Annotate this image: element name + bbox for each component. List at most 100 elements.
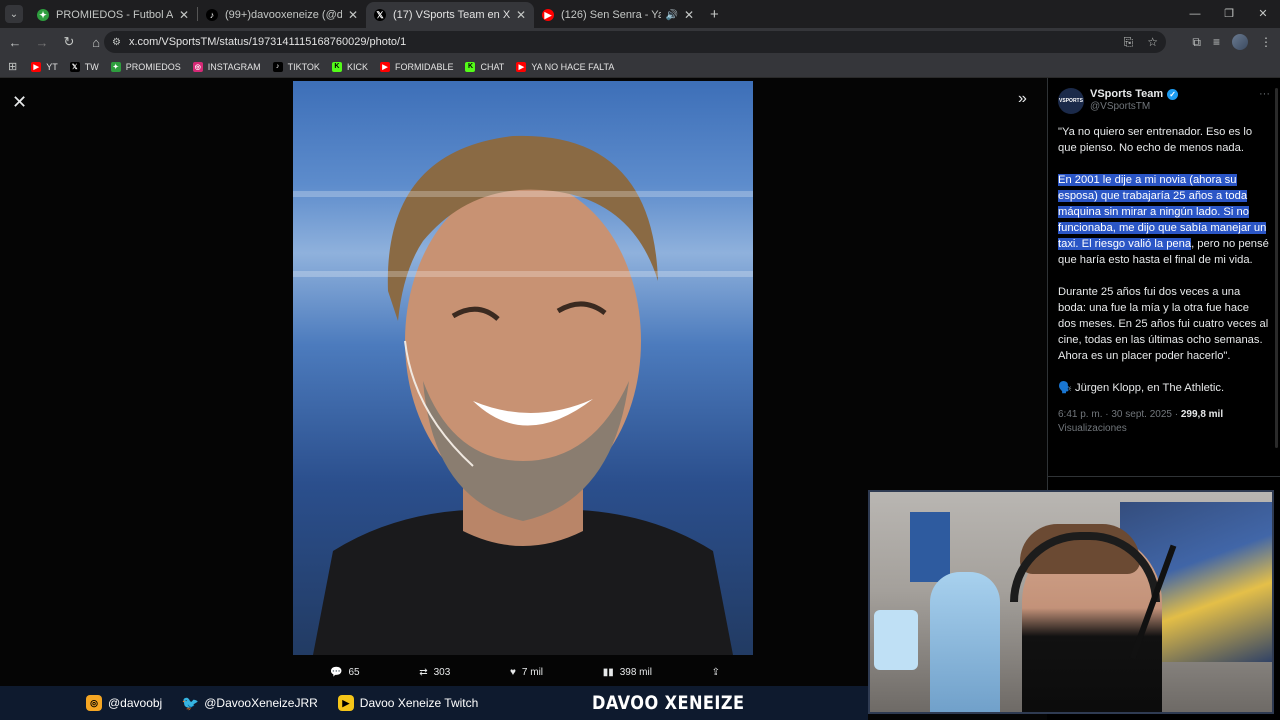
tweet-meta: 6:41 p. m. · 30 sept. 2025 · 299,8 mil V…	[1058, 408, 1270, 436]
repost-count: 303	[433, 666, 451, 678]
bookmark-instagram[interactable]: ◎ INSTAGRAM	[192, 61, 261, 72]
youtube-icon: ▶	[337, 695, 354, 711]
tab-promiedos[interactable]: ✦ PROMIEDOS - Futbol Argentino ✕	[29, 2, 197, 28]
browser-toolbar: ← → ↻ ⌂ ⚙ x.com/VSportsTM/status/1973141…	[0, 28, 1280, 56]
bookmark-label: TW	[84, 61, 99, 72]
bookmark-star-icon[interactable]: ☆	[1147, 35, 1158, 49]
divider	[1048, 476, 1280, 477]
photo-background-stripe	[293, 271, 753, 277]
scrollbar[interactable]	[1275, 88, 1278, 448]
tab-search-button[interactable]: ⌄	[5, 5, 23, 23]
views-button[interactable]: ▮▮ 398 mil	[603, 667, 652, 678]
bookmark-yt[interactable]: ▶ YT	[31, 61, 58, 72]
url-text[interactable]: x.com/VSportsTM/status/19731411151687600…	[129, 36, 406, 48]
webcam-framed-jersey	[874, 610, 918, 670]
tweet-views-label: Visualizaciones	[1058, 423, 1127, 434]
bookmark-tw[interactable]: 𝕏 TW	[69, 61, 99, 72]
site-info-icon[interactable]: ⚙	[112, 37, 121, 48]
tiktok-icon: ♪	[272, 61, 283, 72]
tweet-actions: 💬 65 ⇄ 303 ♥ 7 mil ▮▮ 398 mil ⇪	[330, 662, 720, 682]
menu-icon[interactable]: ⋮	[1260, 35, 1272, 49]
new-tab-button[interactable]: +	[710, 6, 719, 23]
tab-youtube[interactable]: ▶ (126) Sen Senra - Ya no te h 🔊 ✕	[534, 2, 702, 28]
bookmarks-bar: ⊞ ▶ YT 𝕏 TW ✦ PROMIEDOS ◎ INSTAGRAM ♪ TIKTOK …	[0, 56, 1280, 78]
tab-strip: ⌄ ✦ PROMIEDOS - Futbol Argentino ✕ ♪ (99…	[0, 0, 1280, 28]
youtube-icon: ▶	[379, 61, 390, 72]
photo-background-stripe	[293, 191, 753, 197]
close-icon[interactable]: ✕	[684, 8, 694, 22]
stream-instagram: ◎ @davoobj	[86, 695, 162, 711]
restore-icon[interactable]: ❐	[1212, 0, 1246, 28]
kick-icon: K	[331, 61, 342, 72]
bookmark-kick[interactable]: K KICK	[331, 61, 368, 72]
chevron-double-right-icon[interactable]: »	[1018, 90, 1027, 108]
extensions-icon[interactable]: ⧉	[1192, 35, 1201, 50]
youtube-icon: ▶	[516, 61, 527, 72]
tweet-photo	[293, 81, 753, 655]
stream-brand-name: DAVOO XENEIZE	[592, 692, 745, 714]
close-icon[interactable]: ✕	[179, 8, 189, 22]
repost-button[interactable]: ⇄ 303	[419, 667, 450, 678]
window-controls: — ❐ ✕	[1178, 0, 1280, 28]
tiktok-icon: ♪	[206, 9, 218, 21]
cast-icon[interactable]: ⎘	[1124, 35, 1134, 50]
repost-icon: ⇄	[419, 666, 428, 678]
promiedos-icon: ✦	[37, 9, 49, 21]
x-icon: 𝕏	[69, 61, 80, 72]
media-control-icon[interactable]: ≡	[1213, 35, 1220, 49]
bookmark-label: KICK	[346, 61, 368, 72]
tab-title: (126) Sen Senra - Ya no te h	[561, 9, 662, 21]
bookmark-formidable[interactable]: ▶ FORMIDABLE	[379, 61, 453, 72]
reply-count: 65	[348, 666, 360, 678]
twitter-handle: @DavooXeneizeJRR	[204, 696, 318, 710]
omnibox-actions: ⎘ ☆	[1124, 31, 1158, 53]
bookmark-ya-no-hace-falta[interactable]: ▶ YA NO HACE FALTA	[516, 61, 615, 72]
tab-tiktok[interactable]: ♪ (99+)davooxeneize (@davooxe ✕	[198, 2, 366, 28]
window-close-icon[interactable]: ✕	[1246, 0, 1280, 28]
reload-icon[interactable]: ↻	[57, 34, 81, 50]
close-icon[interactable]: ✕	[348, 8, 358, 22]
author-name[interactable]: VSports Team ✓	[1090, 88, 1179, 100]
stream-twitter: 🐦 @DavooXeneizeJRR	[182, 695, 318, 711]
tweet-paragraph: "Ya no quiero ser entrenador. Eso es lo …	[1058, 126, 1253, 154]
bookmark-promiedos[interactable]: ✦ PROMIEDOS	[110, 61, 181, 72]
avatar[interactable]: VSPORTS	[1058, 88, 1084, 114]
webcam-poster	[910, 512, 950, 582]
apps-grid-icon[interactable]: ⊞	[8, 60, 17, 73]
youtube-channel: Davoo Xeneize Twitch	[359, 696, 479, 710]
forward-icon[interactable]: →	[30, 35, 54, 50]
verified-badge-icon: ✓	[1167, 88, 1179, 100]
speaker-icon[interactable]: 🔊	[665, 10, 677, 21]
address-bar[interactable]: ⚙ x.com/VSportsTM/status/197314111516876…	[104, 31, 1166, 53]
bookmark-chat[interactable]: K CHAT	[465, 61, 505, 72]
bookmark-label: CHAT	[480, 61, 505, 72]
close-icon[interactable]: ✕	[12, 92, 27, 113]
bookmark-tiktok[interactable]: ♪ TIKTOK	[272, 61, 320, 72]
tweet-paragraph: Durante 25 años fui dos veces a una boda…	[1058, 286, 1269, 362]
bookmark-label: PROMIEDOS	[125, 61, 181, 72]
author-handle[interactable]: @VSportsTM	[1090, 101, 1178, 112]
share-icon: ⇪	[711, 666, 720, 678]
tweet-author: VSPORTS VSports Team ✓ @VSportsTM ···	[1058, 88, 1270, 114]
back-icon[interactable]: ←	[3, 35, 27, 50]
author-name-text: VSports Team	[1090, 88, 1164, 100]
like-count: 7 mil	[521, 666, 544, 678]
minimize-icon[interactable]: —	[1178, 0, 1212, 28]
reply-button[interactable]: 💬 65	[330, 667, 360, 678]
toolbar-right: ⧉ ≡ ⋮	[1192, 28, 1272, 56]
tab-vsports[interactable]: 𝕏 (17) VSports Team en X: "Ya no ✕	[366, 2, 534, 28]
x-icon: 𝕏	[374, 9, 386, 21]
close-icon[interactable]: ✕	[516, 8, 526, 22]
more-options-icon[interactable]: ···	[1259, 88, 1270, 100]
like-button[interactable]: ♥ 7 mil	[510, 667, 543, 678]
stream-youtube: ▶ Davoo Xeneize Twitch	[337, 695, 479, 711]
bookmark-label: YA NO HACE FALTA	[531, 61, 615, 72]
tweet-timestamp[interactable]: 6:41 p. m. · 30 sept. 2025 ·	[1058, 409, 1181, 420]
avatar-text: VSPORTS	[1059, 98, 1083, 104]
bookmark-label: INSTAGRAM	[207, 61, 261, 72]
author-info: VSports Team ✓ @VSportsTM	[1090, 88, 1179, 112]
tweet-paragraph: 🗣️ Jürgen Klopp, en The Athletic.	[1058, 382, 1225, 394]
share-button[interactable]: ⇪	[712, 667, 720, 678]
youtube-icon: ▶	[542, 9, 554, 21]
profile-avatar[interactable]	[1232, 34, 1248, 50]
